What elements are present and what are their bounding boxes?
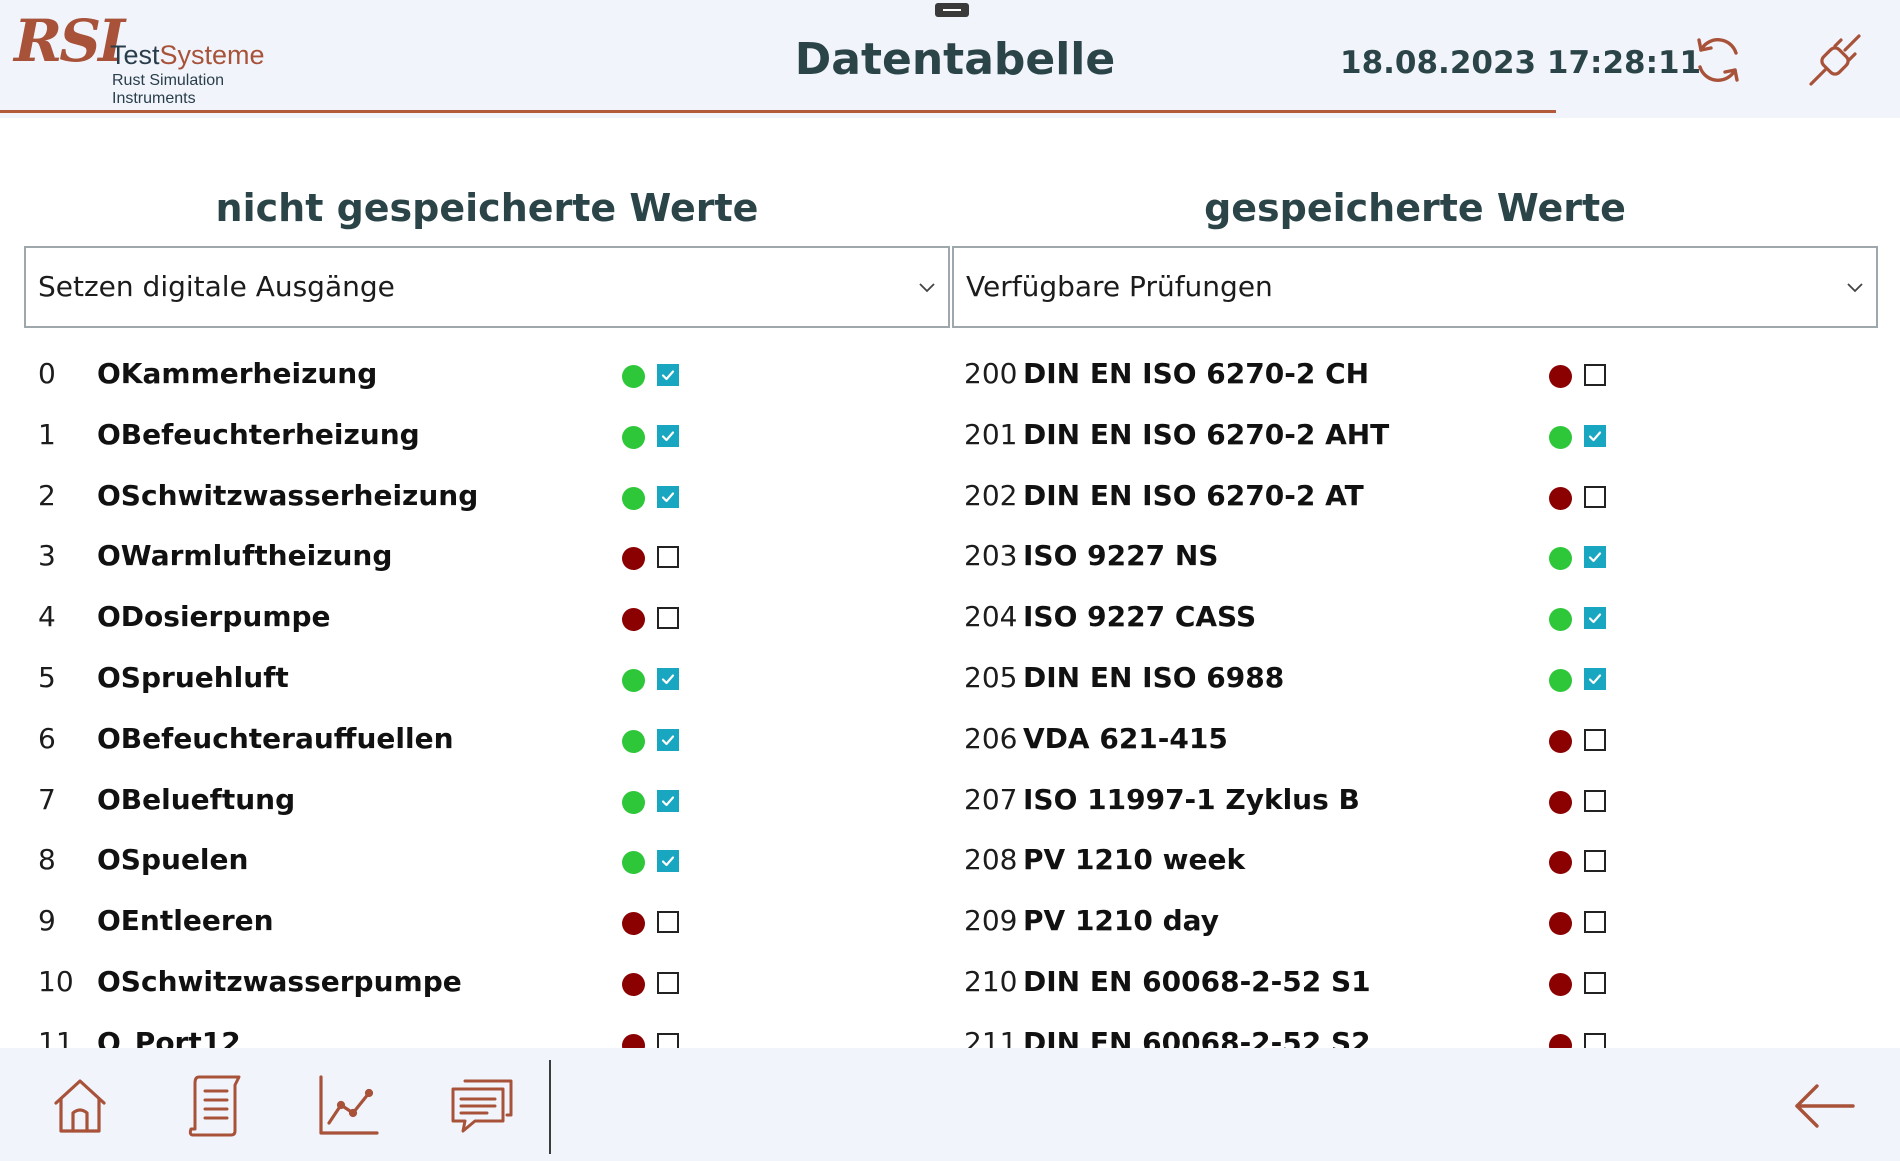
test-program-row-checkbox[interactable]: [1584, 850, 1606, 873]
status-indicator-icon: [1549, 851, 1572, 875]
left-dropdown-value: Setzen digitale Ausgänge: [38, 270, 395, 303]
test-program-row-number: 207: [964, 782, 1018, 816]
test-program-row: 201 DIN EN ISO 6270-2 AHT: [0, 405, 1900, 465]
report-button[interactable]: [174, 1066, 254, 1146]
test-program-row-number: 203: [964, 539, 1018, 573]
test-program-row: 205 DIN EN ISO 6988: [0, 648, 1900, 708]
datetime-display: 18.08.2023 17:28:11: [1340, 45, 1702, 81]
test-program-row: 207 ISO 11997-1 Zyklus B: [0, 770, 1900, 830]
home-icon: [54, 1079, 106, 1133]
chevron-down-icon: [1847, 283, 1863, 293]
left-category-dropdown[interactable]: Setzen digitale Ausgänge: [24, 246, 950, 328]
page-title: Datentabelle: [794, 34, 1116, 85]
test-program-row-number: 206: [964, 721, 1018, 755]
status-indicator-icon: [1549, 669, 1572, 692]
refresh-button[interactable]: [1686, 28, 1750, 92]
status-indicator-icon: [1549, 790, 1572, 814]
test-program-row-name: DIN EN ISO 6270-2 AHT: [1023, 417, 1390, 451]
test-program-row-name: DIN EN ISO 6270-2 AT: [1023, 478, 1364, 512]
test-program-row-number: 204: [964, 600, 1018, 634]
right-category-dropdown[interactable]: Verfügbare Prüfungen: [952, 246, 1878, 328]
footer-bar: [0, 1048, 1900, 1161]
test-program-row-name: DIN EN ISO 6270-2 CH: [1023, 357, 1370, 390]
logo-brand: TestSysteme: [110, 40, 265, 70]
test-program-row: 200 DIN EN ISO 6270-2 CH: [0, 344, 1900, 404]
footer-divider: [549, 1060, 551, 1154]
test-program-row-checkbox[interactable]: [1584, 1032, 1606, 1048]
checkmark-icon: [1588, 613, 1602, 624]
test-program-row-name: VDA 621-415: [1023, 721, 1228, 755]
checkmark-icon: [1588, 552, 1602, 563]
status-indicator-icon: [1549, 547, 1572, 571]
value-lists: 0 OKammerheizung 1 OBefeuchterheizung 2 OSchw…: [0, 340, 1900, 1048]
test-program-row-number: 201: [964, 417, 1018, 451]
test-program-row-number: 202: [964, 478, 1018, 512]
messages-button[interactable]: [442, 1066, 522, 1146]
logo-subtitle: Rust Simulation Instruments: [112, 72, 225, 107]
status-indicator-icon: [1549, 1033, 1572, 1048]
test-program-row-number: 205: [964, 661, 1018, 694]
test-program-row-checkbox[interactable]: [1584, 424, 1606, 447]
plug-connection-icon: [1809, 34, 1861, 86]
test-program-row: 208 PV 1210 week: [0, 830, 1900, 890]
test-program-row-checkbox[interactable]: [1584, 485, 1606, 508]
test-program-row-number: 208: [964, 843, 1018, 877]
test-program-row-name: DIN EN 60068-2-52 S1: [1023, 965, 1371, 998]
status-indicator-icon: [1549, 608, 1572, 632]
test-program-row-number: 209: [964, 904, 1018, 938]
line-chart-icon: [319, 1075, 379, 1135]
test-program-row: 209 PV 1210 day: [0, 891, 1900, 951]
test-program-row-name: DIN EN ISO 6988: [1023, 661, 1285, 694]
test-program-row-name: PV 1210 day: [1023, 904, 1219, 938]
test-program-row: 211 DIN EN 60068-2-52 S2: [0, 1013, 1900, 1048]
header-divider: [0, 110, 1556, 113]
status-indicator-icon: [1549, 973, 1572, 996]
status-indicator-icon: [1549, 486, 1572, 510]
status-indicator-icon: [1549, 425, 1572, 449]
test-program-row: 204 ISO 9227 CASS: [0, 587, 1900, 647]
chevron-down-icon: [919, 283, 935, 293]
test-program-row: 203 ISO 9227 NS: [0, 526, 1900, 586]
connection-button[interactable]: [1803, 28, 1867, 92]
back-button[interactable]: [1784, 1066, 1864, 1146]
right-section-title: gespeicherte Werte: [1204, 186, 1626, 230]
refresh-icon: [1697, 38, 1739, 82]
drag-handle-icon[interactable]: [935, 3, 969, 17]
test-program-row-checkbox[interactable]: [1584, 607, 1606, 630]
left-section-title: nicht gespeicherte Werte: [215, 186, 759, 230]
test-program-row-checkbox[interactable]: [1584, 728, 1606, 751]
test-program-row-number: 211: [964, 1025, 1018, 1048]
test-program-row-checkbox[interactable]: [1584, 972, 1606, 994]
test-program-row-number: 200: [964, 357, 1018, 390]
status-indicator-icon: [1549, 729, 1572, 753]
status-indicator-icon: [1549, 912, 1572, 936]
test-program-row: 206 VDA 621-415: [0, 709, 1900, 769]
test-program-row-checkbox[interactable]: [1584, 546, 1606, 569]
messages-icon: [451, 1079, 513, 1133]
test-program-row-name: ISO 11997-1 Zyklus B: [1023, 782, 1360, 816]
checkmark-icon: [1588, 431, 1602, 441]
test-program-row-name: ISO 9227 CASS: [1023, 600, 1257, 634]
report-document-icon: [188, 1075, 241, 1137]
logo-mark: RSI: [14, 7, 125, 75]
test-program-row-number: 210: [964, 965, 1018, 998]
test-program-row-name: PV 1210 week: [1023, 843, 1246, 877]
test-program-row-checkbox[interactable]: [1584, 789, 1606, 812]
header-bar: RSI TestSysteme Rust Simulation Instrume…: [0, 0, 1900, 118]
chart-button[interactable]: [308, 1066, 388, 1146]
test-program-row-checkbox[interactable]: [1584, 911, 1606, 934]
test-program-row-checkbox[interactable]: [1584, 364, 1606, 386]
test-program-row-name: DIN EN 60068-2-52 S2: [1023, 1025, 1371, 1048]
home-button[interactable]: [40, 1066, 120, 1146]
test-program-row-checkbox[interactable]: [1584, 668, 1606, 690]
back-arrow-icon: [1795, 1084, 1855, 1128]
status-indicator-icon: [1549, 365, 1572, 388]
app-window: RSI TestSysteme Rust Simulation Instrume…: [0, 0, 1900, 1161]
test-program-row: 210 DIN EN 60068-2-52 S1: [0, 952, 1900, 1012]
company-logo: RSI TestSysteme Rust Simulation Instrume…: [14, 7, 265, 110]
test-program-row-name: ISO 9227 NS: [1023, 539, 1219, 573]
checkmark-icon: [1588, 674, 1602, 685]
test-program-row: 202 DIN EN ISO 6270-2 AT: [0, 466, 1900, 526]
right-dropdown-value: Verfügbare Prüfungen: [966, 270, 1273, 303]
